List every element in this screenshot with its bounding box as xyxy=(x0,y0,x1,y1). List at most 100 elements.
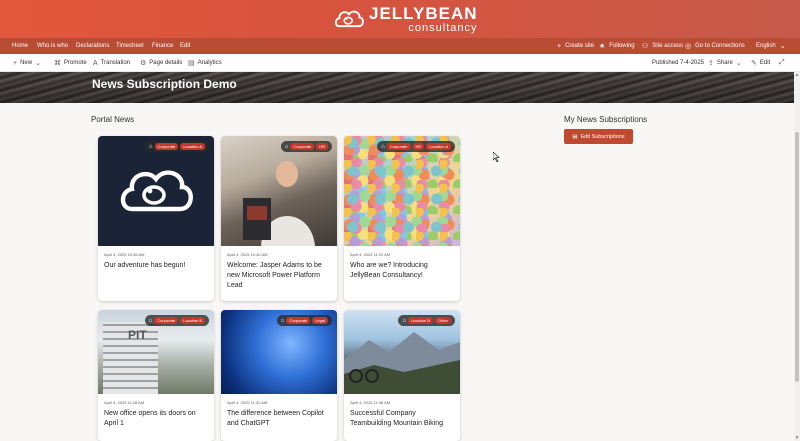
chevron-down-icon: ⌄ xyxy=(35,60,41,67)
news-card[interactable]: ⌂ Location B Other April 4, 2025 11:36 A… xyxy=(344,310,460,441)
translation-button[interactable]: A Translation xyxy=(93,54,130,72)
news-card[interactable]: ⌂ Corporate Legal April 4, 2025 11:32 AM… xyxy=(221,310,337,441)
tag-badge[interactable]: Location A xyxy=(180,143,205,150)
share-label: Share xyxy=(716,60,733,66)
people-icon: ⚇ xyxy=(642,43,649,50)
new-button[interactable]: + New ⌄ xyxy=(13,54,41,72)
subscriptions-heading: My News Subscriptions xyxy=(564,115,648,124)
chevron-down-icon: ⌄ xyxy=(735,60,742,67)
nav-edit[interactable]: Edit xyxy=(180,38,190,54)
site-access-button[interactable]: ⚇ Site access xyxy=(642,38,683,54)
tag-badge[interactable]: Location A xyxy=(426,143,451,150)
analytics-button[interactable]: ▤ Analytics xyxy=(188,54,222,72)
page-title-banner: News Subscription Demo xyxy=(0,72,794,103)
tag-badge[interactable]: Corporate xyxy=(290,143,315,150)
page-details-label: Page details xyxy=(149,60,183,66)
connections-icon: ◎ xyxy=(685,43,692,50)
scroll-down-icon[interactable]: ▼ xyxy=(794,435,800,441)
news-card-image: ⌂ Location B Other xyxy=(344,310,460,394)
card-tags: ⌂ Corporate HR xyxy=(280,141,332,152)
nav-who-is-who[interactable]: Who is who xyxy=(37,38,68,54)
tag-icon: ⌂ xyxy=(381,143,385,150)
card-tags: ⌂ Location B Other xyxy=(398,315,455,326)
brand-tagline: consultancy xyxy=(408,21,478,34)
share-button[interactable]: ⇪ Share ⌄ xyxy=(708,54,742,72)
building-sign: PIT xyxy=(128,328,147,342)
following-button[interactable]: ★ Following xyxy=(599,38,635,54)
news-card-title[interactable]: Welcome: Jasper Adams to be new Microsof… xyxy=(227,261,331,291)
news-card-title[interactable]: New office opens its doors on April 1 xyxy=(104,409,208,429)
edit-subscriptions-button[interactable]: ▤ Edit Subscriptions xyxy=(564,129,633,144)
news-card[interactable]: ⌂ Corporate HR April 4, 2025 10:40 AM We… xyxy=(221,136,337,301)
tag-badge[interactable]: Location B xyxy=(180,317,205,324)
translation-label: Translation xyxy=(100,60,131,66)
portal-news-heading: Portal News xyxy=(91,115,135,124)
tag-badge[interactable]: Other xyxy=(434,317,451,324)
go-to-connections-button[interactable]: ◎ Go to Connections xyxy=(685,38,745,54)
share-icon: ⇪ xyxy=(708,60,714,67)
news-card[interactable]: ⌂ Corporate HR Location A April 4, 2025 … xyxy=(344,136,460,301)
tag-icon: ⌂ xyxy=(148,317,153,324)
nav-home[interactable]: Home xyxy=(12,38,28,54)
news-card-date: April 4, 2025 10:36 AM xyxy=(104,252,145,257)
tag-badge[interactable]: Corporate xyxy=(386,143,411,150)
card-tags: ⌂ Corporate Location A xyxy=(144,141,209,152)
news-card-image: ⌂ Corporate HR Location A xyxy=(344,136,460,246)
edit-label: Edit xyxy=(759,60,771,66)
expand-button[interactable]: ⤢ xyxy=(779,54,785,72)
gear-icon: ⚙ xyxy=(140,60,147,67)
tag-badge[interactable]: Corporate xyxy=(154,317,179,324)
page-scrollbar[interactable]: ▲ ▼ xyxy=(794,72,800,441)
news-card[interactable]: ⌂ Corporate Location A April 4, 2025 10:… xyxy=(98,136,214,301)
chevron-down-icon: ⌄ xyxy=(779,43,786,50)
nav-finance[interactable]: Finance xyxy=(152,38,173,54)
published-status: Published 7-4-2025 xyxy=(652,60,705,66)
scrollbar-thumb[interactable] xyxy=(795,132,799,382)
command-bar: + New ⌄ ⌘ Promote A Translation ⚙ Page d… xyxy=(0,54,800,72)
language-label: English xyxy=(756,43,776,49)
tag-badge[interactable]: Corporate xyxy=(286,317,311,324)
promote-label: Promote xyxy=(64,60,87,66)
tag-badge[interactable]: HR xyxy=(412,143,425,150)
language-selector[interactable]: English ⌄ xyxy=(756,38,786,54)
news-card[interactable]: PIT ⌂ Corporate Location B April 4, 2025… xyxy=(98,310,214,441)
plus-icon: + xyxy=(13,59,18,67)
jellybean-logo-icon xyxy=(120,170,193,212)
news-card-date: April 4, 2025 10:40 AM xyxy=(227,252,268,257)
news-card-title[interactable]: Who are we? Introducing JellyBean Consul… xyxy=(350,261,454,281)
star-icon: ★ xyxy=(599,43,606,50)
site-header-banner: JELLYBEAN consultancy xyxy=(0,0,800,38)
card-tags: ⌂ Corporate Legal xyxy=(276,315,332,326)
card-tags: ⌂ Corporate HR Location A xyxy=(377,141,455,152)
create-site-button[interactable]: + Create site xyxy=(557,38,594,54)
mouse-cursor-icon xyxy=(493,152,500,162)
brand-name: JELLYBEAN xyxy=(369,3,478,23)
list-icon: ▤ xyxy=(572,133,578,140)
news-card-date: April 4, 2025 11:36 AM xyxy=(350,400,391,405)
tag-badge[interactable]: Corporate xyxy=(154,143,179,150)
site-access-label: Site access xyxy=(652,43,683,49)
go-to-connections-label: Go to Connections xyxy=(695,43,745,49)
edit-subscriptions-label: Edit Subscriptions xyxy=(580,133,625,140)
expand-icon: ⤢ xyxy=(779,59,785,66)
tag-badge[interactable]: Legal xyxy=(312,317,328,324)
scroll-up-icon[interactable]: ▲ xyxy=(794,72,800,78)
create-site-label: Create site xyxy=(565,43,595,49)
page-details-button[interactable]: ⚙ Page details xyxy=(140,54,182,72)
card-tags: ⌂ Corporate Location B xyxy=(144,315,209,326)
edit-button[interactable]: ✎ Edit xyxy=(751,54,770,72)
news-card-title[interactable]: Successful Company Teambuilding Mountain… xyxy=(350,409,454,429)
chart-icon: ▤ xyxy=(188,60,195,67)
news-card-title[interactable]: Our adventure has begun! xyxy=(104,261,208,271)
nav-timesheet[interactable]: Timesheet xyxy=(116,38,144,54)
tag-badge[interactable]: Location B xyxy=(408,317,433,324)
tag-icon: ⌂ xyxy=(284,143,289,150)
promote-button[interactable]: ⌘ Promote xyxy=(54,54,87,72)
nav-declarations[interactable]: Declarations xyxy=(76,38,109,54)
news-card-title[interactable]: The difference between Copilot and ChatG… xyxy=(227,409,331,429)
tag-badge[interactable]: HR xyxy=(316,143,328,150)
news-card-date: April 4, 2025 11:22 AM xyxy=(350,252,391,257)
site-logo[interactable]: JELLYBEAN consultancy xyxy=(333,4,478,34)
news-card-date: April 4, 2025 11:32 AM xyxy=(227,400,268,405)
tag-icon: ⌂ xyxy=(148,143,153,150)
